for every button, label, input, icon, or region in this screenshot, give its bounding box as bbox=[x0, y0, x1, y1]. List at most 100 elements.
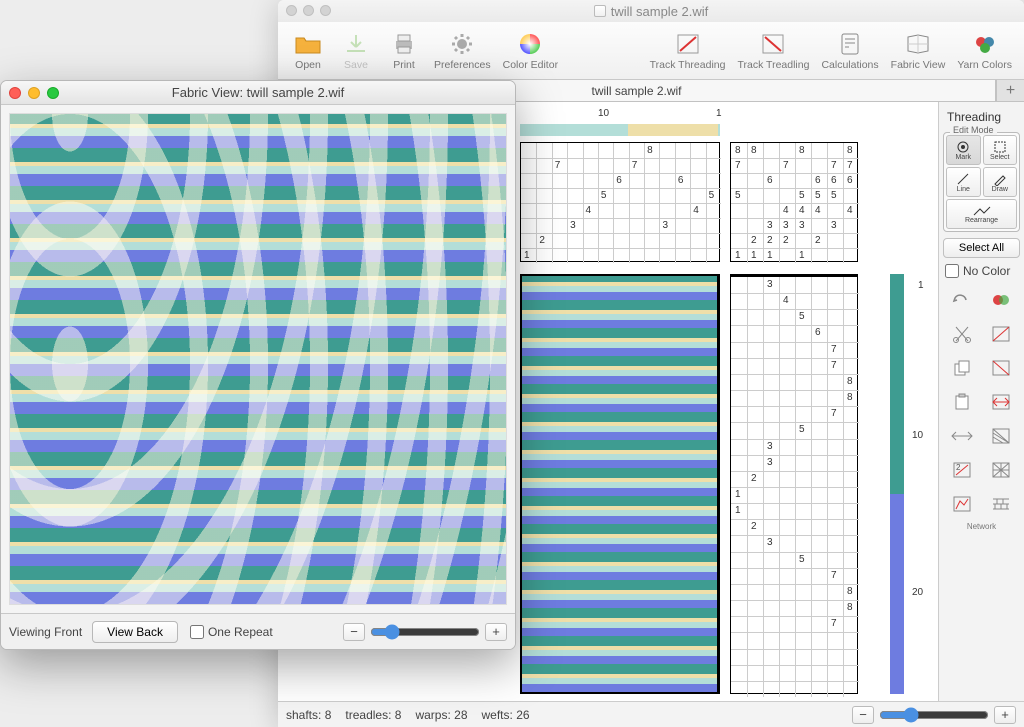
save-button[interactable]: Save bbox=[334, 29, 378, 73]
color-editor-label: Color Editor bbox=[503, 59, 558, 71]
no-color-checkbox-row[interactable]: No Color bbox=[943, 264, 1020, 278]
treadling-cell: 3 bbox=[767, 537, 773, 548]
main-toolbar: Open Save Print Preferences Color E bbox=[278, 22, 1024, 80]
save-icon bbox=[341, 31, 371, 57]
yarn-colors-label: Yarn Colors bbox=[957, 59, 1012, 71]
crosshatch-tool[interactable] bbox=[985, 456, 1019, 484]
fabric-view-title: Fabric View: twill sample 2.wif bbox=[172, 85, 344, 100]
no-color-checkbox[interactable] bbox=[945, 264, 959, 278]
flip-diag-tool[interactable] bbox=[985, 320, 1019, 348]
treadling-cell: 2 bbox=[751, 473, 757, 484]
preferences-label: Preferences bbox=[434, 59, 491, 71]
tieup-grid[interactable]: 88887777666655554444333322221111 bbox=[730, 142, 858, 262]
treadling-cell: 7 bbox=[831, 618, 837, 629]
new-tab-button[interactable]: + bbox=[996, 80, 1024, 101]
document-tab-label: twill sample 2.wif bbox=[591, 84, 681, 98]
gear-icon bbox=[447, 31, 477, 57]
status-treadles: treadles: 8 bbox=[345, 708, 401, 722]
fv-zoom-button[interactable] bbox=[47, 87, 59, 99]
fabric-simulation-canvas[interactable] bbox=[9, 113, 507, 605]
fv-zoom-out-button[interactable]: − bbox=[343, 623, 365, 641]
fv-zoom-in-button[interactable]: + bbox=[485, 623, 507, 641]
treadling-grid[interactable]: 3456778875332112357887 bbox=[730, 274, 858, 694]
tieup-cell: 5 bbox=[815, 190, 821, 201]
threading-grid[interactable]: 8776655443321 bbox=[520, 142, 720, 262]
mode-select-label: Select bbox=[990, 154, 1009, 161]
select-all-button[interactable]: Select All bbox=[943, 238, 1020, 258]
mode-rearrange-button[interactable]: Rearrange bbox=[946, 199, 1017, 229]
track-threading-icon bbox=[673, 31, 703, 57]
treadling-cell: 7 bbox=[831, 360, 837, 371]
mode-line-label: Line bbox=[957, 186, 970, 193]
mode-mark-button[interactable]: Mark bbox=[946, 135, 981, 165]
tieup-cell: 2 bbox=[751, 235, 757, 246]
fabric-view-button[interactable]: Fabric View bbox=[887, 29, 950, 73]
zoom-controls: − + bbox=[852, 706, 1016, 724]
flip-diag2-tool[interactable] bbox=[985, 354, 1019, 382]
status-bar: shafts: 8 treadles: 8 warps: 28 wefts: 2… bbox=[278, 701, 1024, 727]
mode-select-button[interactable]: Select bbox=[983, 135, 1018, 165]
line-icon bbox=[956, 172, 970, 186]
threading-cell: 5 bbox=[709, 190, 715, 201]
drawdown-grid[interactable] bbox=[520, 274, 720, 694]
track-treadling-label: Track Treadling bbox=[737, 59, 809, 71]
profile-tool[interactable] bbox=[945, 490, 979, 518]
open-button[interactable]: Open bbox=[286, 29, 330, 73]
step2-tool[interactable]: 2 bbox=[945, 456, 979, 484]
fv-minimize-button[interactable] bbox=[28, 87, 40, 99]
tieup-cell: 8 bbox=[735, 145, 741, 156]
fabric-view-window: Fabric View: twill sample 2.wif Viewing … bbox=[0, 80, 516, 650]
track-treadling-icon bbox=[758, 31, 788, 57]
main-traffic-lights bbox=[286, 5, 331, 16]
overlap-tool[interactable] bbox=[985, 286, 1019, 314]
yarn-colors-button[interactable]: Yarn Colors bbox=[953, 29, 1016, 73]
undo-tool[interactable] bbox=[945, 286, 979, 314]
expand-h-tool[interactable] bbox=[945, 422, 979, 450]
status-wefts-label: wefts: bbox=[482, 708, 513, 722]
treadling-cell: 4 bbox=[783, 295, 789, 306]
mirror-h-tool[interactable] bbox=[985, 388, 1019, 416]
tieup-cell: 7 bbox=[735, 160, 741, 171]
main-minimize-disabled bbox=[303, 5, 314, 16]
tieup-cell: 7 bbox=[847, 160, 853, 171]
threading-cell: 7 bbox=[555, 160, 561, 171]
status-treadles-value: 8 bbox=[395, 708, 402, 722]
track-treadling-button[interactable]: Track Treadling bbox=[733, 29, 813, 73]
treadling-cell: 7 bbox=[831, 408, 837, 419]
status-shafts-label: shafts: bbox=[286, 708, 321, 722]
main-window-title: twill sample 2.wif bbox=[611, 4, 709, 19]
one-repeat-checkbox[interactable] bbox=[190, 625, 204, 639]
one-repeat-label: One Repeat bbox=[208, 625, 273, 639]
mode-line-button[interactable]: Line bbox=[946, 167, 981, 197]
threading-cell: 2 bbox=[539, 235, 545, 246]
fv-close-button[interactable] bbox=[9, 87, 21, 99]
right-ruler-1: 1 bbox=[918, 280, 924, 291]
one-repeat-row[interactable]: One Repeat bbox=[188, 625, 275, 639]
status-wefts-value: 26 bbox=[516, 708, 529, 722]
zoom-out-button[interactable]: − bbox=[852, 706, 874, 724]
view-back-button[interactable]: View Back bbox=[92, 621, 178, 643]
mode-draw-button[interactable]: Draw bbox=[983, 167, 1018, 197]
status-warps-label: warps: bbox=[415, 708, 450, 722]
tieup-cell: 7 bbox=[831, 160, 837, 171]
threading-cell: 3 bbox=[570, 220, 576, 231]
top-ruler-1: 1 bbox=[716, 108, 722, 119]
zoom-in-button[interactable]: + bbox=[994, 706, 1016, 724]
fv-zoom-slider[interactable] bbox=[370, 624, 480, 640]
treadling-cell: 6 bbox=[815, 327, 821, 338]
calculations-button[interactable]: Calculations bbox=[817, 29, 882, 73]
tieup-cell: 6 bbox=[767, 175, 773, 186]
zoom-slider[interactable] bbox=[879, 707, 989, 723]
print-button[interactable]: Print bbox=[382, 29, 426, 73]
brick-tool[interactable] bbox=[985, 490, 1019, 518]
copy-tool[interactable] bbox=[945, 354, 979, 382]
track-threading-button[interactable]: Track Threading bbox=[646, 29, 730, 73]
preferences-button[interactable]: Preferences bbox=[430, 29, 495, 73]
cut-tool[interactable] bbox=[945, 320, 979, 348]
paste-tool[interactable] bbox=[945, 388, 979, 416]
color-editor-button[interactable]: Color Editor bbox=[499, 29, 562, 73]
treadling-cell: 5 bbox=[799, 311, 805, 322]
yarn-colors-icon bbox=[970, 31, 1000, 57]
fabric-view-titlebar: Fabric View: twill sample 2.wif bbox=[1, 81, 515, 105]
hatch-tool[interactable] bbox=[985, 422, 1019, 450]
